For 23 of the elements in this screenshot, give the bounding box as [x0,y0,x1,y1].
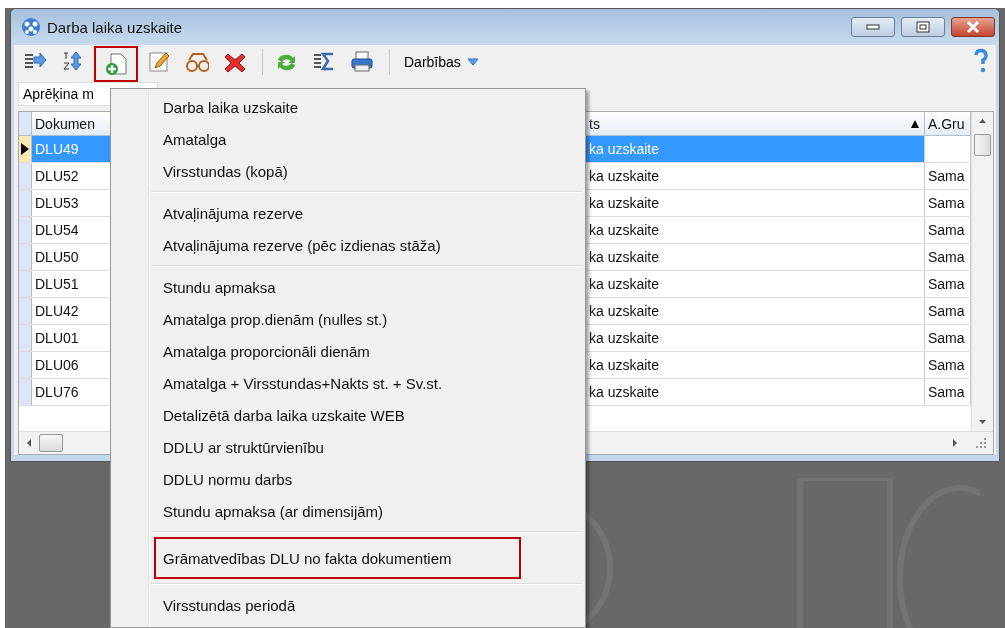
window-title: Darba laika uzskaite [47,18,184,36]
scroll-thumb[interactable] [39,434,63,452]
resize-grip-icon[interactable] [975,437,987,449]
menu-item[interactable]: Grāmatvedības DLU no fakta dokumentiem [154,537,521,579]
vertical-scrollbar[interactable] [971,112,993,431]
minimize-icon[interactable] [866,23,880,31]
maximize-icon[interactable] [916,21,930,33]
maximize-button[interactable] [901,17,945,37]
menu-item[interactable]: Stundu apmaksa (ar dimensijām) [151,495,521,527]
menu-item[interactable]: DDLU ar struktūrvienību [151,431,521,463]
sort-ascending-icon [910,118,920,129]
scroll-thumb[interactable] [974,134,991,156]
new-document-icon[interactable] [104,52,128,76]
actions-menu-button[interactable]: Darbības [396,50,487,74]
table-cell: ka uzskaite [586,136,925,162]
close-icon[interactable] [966,21,980,33]
app-icon [21,17,41,37]
minimize-button[interactable] [851,17,895,37]
caret-icon[interactable] [466,58,479,66]
menu-item[interactable]: DDLU normu darbs [151,463,521,495]
close-button[interactable] [951,17,995,37]
menu-item[interactable]: Virsstundas periodā [151,589,521,621]
row-header[interactable] [19,136,32,162]
